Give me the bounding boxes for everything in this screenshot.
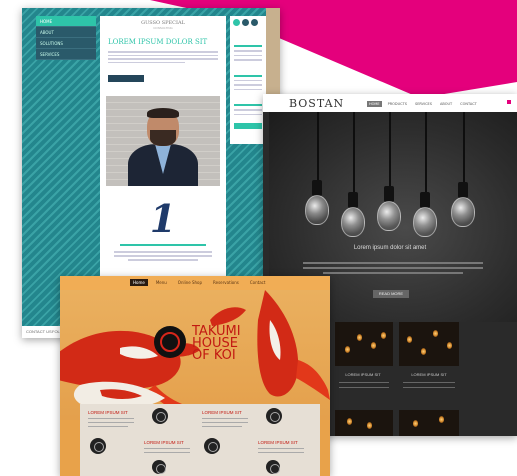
social-icon[interactable] <box>242 19 249 26</box>
template-sidebar-nav: HOME ABOUT SOLUTIONS SERVICES <box>36 16 96 60</box>
dish-badge-icon[interactable] <box>90 438 106 454</box>
bostan-menu: HOME PRODUCTS SERVICES ABOUT CONTACT <box>367 101 479 107</box>
template-heading: LOREM IPSUM DOLOR SIT <box>108 38 208 46</box>
template-body-text <box>108 51 218 63</box>
bostan-menu-item[interactable]: SERVICES <box>413 101 434 107</box>
nav-item-home[interactable]: HOME <box>36 16 96 27</box>
thumb-caption: LOREM IPSUM SIT <box>345 372 381 377</box>
lightbulb-icon <box>305 195 329 225</box>
social-icon[interactable] <box>251 19 258 26</box>
cart-icon[interactable] <box>507 100 511 104</box>
bostan-text-line <box>323 272 463 274</box>
takumi-menu-item[interactable]: Online Shop <box>175 279 205 286</box>
bostan-header: BOSTAN HOME PRODUCTS SERVICES ABOUT CONT… <box>263 94 517 112</box>
bostan-thumbnail[interactable] <box>335 322 393 366</box>
bostan-thumbnail[interactable] <box>399 322 459 366</box>
panel-button[interactable] <box>234 123 262 129</box>
takumi-menu-cards: LOREM IPSUM SIT LOREM IPSUM SIT LOREM IP… <box>80 404 320 476</box>
takumi-menu: Home Menu Online Shop Reservations Conta… <box>130 279 268 286</box>
bostan-thumbnail[interactable] <box>335 410 393 436</box>
step-text-line <box>114 255 212 257</box>
takumi-hero-koi: TAKUMI HOUSE OF KOI <box>60 290 330 420</box>
takumi-header: Home Menu Online Shop Reservations Conta… <box>60 276 330 290</box>
koi-seal-logo-icon <box>154 326 186 358</box>
card-title: LOREM IPSUM SIT <box>202 410 242 415</box>
lightbulb-icon <box>413 207 437 237</box>
takumi-logo-text[interactable]: TAKUMI HOUSE OF KOI <box>192 325 241 363</box>
template-right-panel <box>230 16 266 144</box>
card-title: LOREM IPSUM SIT <box>144 440 184 445</box>
bostan-menu-item[interactable]: HOME <box>367 101 382 107</box>
template-cta-button[interactable] <box>108 75 144 82</box>
social-icons <box>230 16 266 29</box>
takumi-menu-item[interactable]: Menu <box>153 279 170 286</box>
template-brand-sub: CONSULTING <box>153 26 173 30</box>
card-title: LOREM IPSUM SIT <box>88 410 128 415</box>
bostan-logo[interactable]: BOSTAN <box>289 97 344 110</box>
bostan-thumbnail[interactable] <box>399 410 459 436</box>
social-icon[interactable] <box>233 19 240 26</box>
takumi-menu-item[interactable]: Home <box>130 279 148 286</box>
footer-contact: CONTACT US <box>26 329 52 334</box>
nav-item-services[interactable]: SERVICES <box>36 49 96 60</box>
thumb-text-line <box>339 387 389 389</box>
dish-badge-icon[interactable] <box>266 460 280 474</box>
dish-badge-icon[interactable] <box>204 438 220 454</box>
takumi-koi-template-screenshot: Home Menu Online Shop Reservations Conta… <box>60 276 330 476</box>
thumb-text-line <box>403 387 455 389</box>
dish-badge-icon[interactable] <box>152 460 166 474</box>
bostan-menu-item[interactable]: CONTACT <box>458 101 479 107</box>
bostan-menu-item[interactable]: ABOUT <box>438 101 454 107</box>
step-text-line <box>128 259 198 261</box>
thumb-text-line <box>339 382 389 384</box>
bostan-read-more-button[interactable]: READ MORE <box>373 290 409 298</box>
nav-item-about[interactable]: ABOUT <box>36 27 96 38</box>
lightbulb-icon <box>341 207 365 237</box>
takumi-menu-item[interactable]: Contact <box>247 279 269 286</box>
dish-badge-icon[interactable] <box>152 408 168 424</box>
step-caption-highlight <box>120 244 206 246</box>
bostan-text-line <box>303 267 483 269</box>
bostan-text-line <box>303 262 483 264</box>
card-title: LOREM IPSUM SIT <box>258 440 298 445</box>
button-label: READ MORE <box>378 291 404 296</box>
nav-item-solutions[interactable]: SOLUTIONS <box>36 38 96 49</box>
logo-line-of-koi: OF KOI <box>192 348 236 363</box>
step-text-line <box>114 251 212 253</box>
bostan-headline: Lorem ipsum dolor sit amet <box>353 245 427 251</box>
dish-badge-icon[interactable] <box>266 408 282 424</box>
step-number-1: 1 <box>149 196 177 241</box>
lightbulb-icon <box>377 201 401 231</box>
thumb-text-line <box>403 382 455 384</box>
portrait-photo <box>106 96 220 186</box>
lightbulb-icon <box>451 197 475 227</box>
bostan-menu-item[interactable]: PRODUCTS <box>386 101 409 107</box>
takumi-menu-item[interactable]: Reservations <box>210 279 242 286</box>
thumb-caption: LOREM IPSUM SIT <box>411 372 447 377</box>
